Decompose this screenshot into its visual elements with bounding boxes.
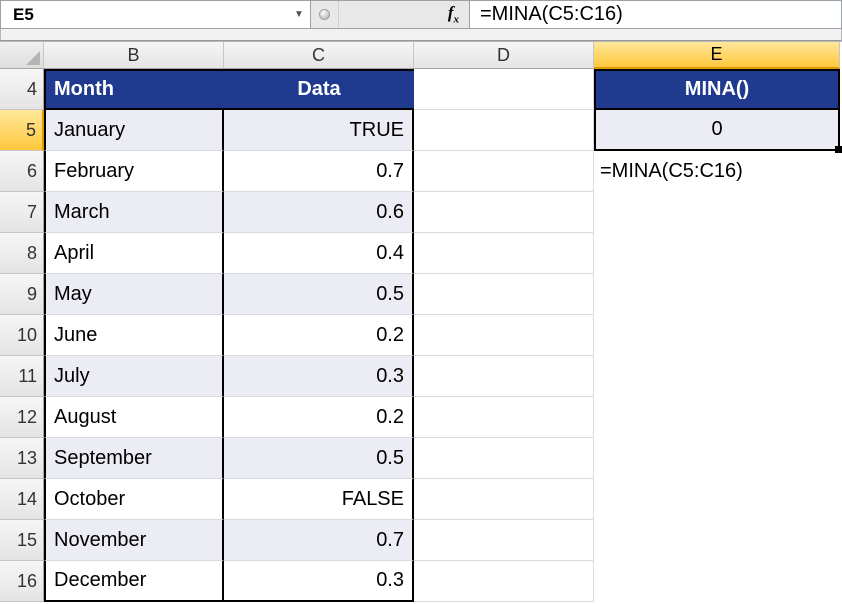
fx-zone: fx — [311, 1, 470, 28]
cell-D13[interactable] — [414, 438, 594, 479]
cell-E4[interactable]: MINA() — [594, 69, 840, 110]
cell-B8[interactable]: April — [44, 233, 224, 274]
chevron-down-icon: ▼ — [294, 9, 304, 20]
cell-E6[interactable]: =MINA(C5:C16) — [594, 151, 840, 192]
cell-C8[interactable]: 0.4 — [224, 233, 414, 274]
cell-B15[interactable]: November — [44, 520, 224, 561]
cell-B13[interactable]: September — [44, 438, 224, 479]
fx-icon: fx — [448, 3, 459, 25]
cell-E5-active[interactable]: 0 — [594, 110, 840, 151]
cell-B10[interactable]: June — [44, 315, 224, 356]
cell-C13[interactable]: 0.5 — [224, 438, 414, 479]
cell-C7[interactable]: 0.6 — [224, 192, 414, 233]
cell-D11[interactable] — [414, 356, 594, 397]
cell-E11[interactable] — [594, 356, 840, 397]
cell-C11[interactable]: 0.3 — [224, 356, 414, 397]
cell-B5[interactable]: January — [44, 110, 224, 151]
row-header-10[interactable]: 10 — [0, 315, 44, 356]
cell-D12[interactable] — [414, 397, 594, 438]
cell-C4[interactable]: Data — [224, 69, 414, 110]
cell-C9[interactable]: 0.5 — [224, 274, 414, 315]
cell-E7[interactable] — [594, 192, 840, 233]
name-box-wrap: E5 ▼ — [1, 1, 311, 28]
row-header-13[interactable]: 13 — [0, 438, 44, 479]
cell-C10[interactable]: 0.2 — [224, 315, 414, 356]
cell-D5[interactable] — [414, 110, 594, 151]
cell-D16[interactable] — [414, 561, 594, 602]
row-header-14[interactable]: 14 — [0, 479, 44, 520]
insert-function-button[interactable]: fx — [339, 1, 469, 28]
name-box-dropdown[interactable]: ▼ — [288, 1, 310, 28]
row-header-15[interactable]: 15 — [0, 520, 44, 561]
cell-C15[interactable]: 0.7 — [224, 520, 414, 561]
cell-D9[interactable] — [414, 274, 594, 315]
cell-B12[interactable]: August — [44, 397, 224, 438]
cell-E15[interactable] — [594, 520, 840, 561]
cell-D8[interactable] — [414, 233, 594, 274]
col-header-E[interactable]: E — [594, 42, 840, 69]
row-header-6[interactable]: 6 — [0, 151, 44, 192]
row-header-8[interactable]: 8 — [0, 233, 44, 274]
formula-bar: E5 ▼ fx =MINA(C5:C16) — [0, 0, 842, 29]
cell-B9[interactable]: May — [44, 274, 224, 315]
row-header-12[interactable]: 12 — [0, 397, 44, 438]
cell-D6[interactable] — [414, 151, 594, 192]
col-header-C[interactable]: C — [224, 42, 414, 69]
row-header-11[interactable]: 11 — [0, 356, 44, 397]
row-header-16[interactable]: 16 — [0, 561, 44, 602]
col-header-D[interactable]: D — [414, 42, 594, 69]
cell-D10[interactable] — [414, 315, 594, 356]
cell-C12[interactable]: 0.2 — [224, 397, 414, 438]
cell-C5[interactable]: TRUE — [224, 110, 414, 151]
cell-E12[interactable] — [594, 397, 840, 438]
row-header-9[interactable]: 9 — [0, 274, 44, 315]
cell-C14[interactable]: FALSE — [224, 479, 414, 520]
formula-input[interactable]: =MINA(C5:C16) — [470, 1, 841, 28]
row-header-5[interactable]: 5 — [0, 110, 44, 151]
col-header-B[interactable]: B — [44, 42, 224, 69]
cell-B7[interactable]: March — [44, 192, 224, 233]
cell-B6[interactable]: February — [44, 151, 224, 192]
cancel-formula-button[interactable] — [311, 1, 339, 28]
cell-D15[interactable] — [414, 520, 594, 561]
cell-D4[interactable] — [414, 69, 594, 110]
cell-C6[interactable]: 0.7 — [224, 151, 414, 192]
name-box[interactable]: E5 — [13, 5, 288, 25]
cell-D7[interactable] — [414, 192, 594, 233]
cell-B11[interactable]: July — [44, 356, 224, 397]
cell-E8[interactable] — [594, 233, 840, 274]
row-header-4[interactable]: 4 — [0, 69, 44, 110]
cell-B14[interactable]: October — [44, 479, 224, 520]
cell-B4[interactable]: Month — [44, 69, 224, 110]
cell-E16[interactable] — [594, 561, 840, 602]
row-header-7[interactable]: 7 — [0, 192, 44, 233]
cell-E13[interactable] — [594, 438, 840, 479]
cell-E10[interactable] — [594, 315, 840, 356]
cell-C16[interactable]: 0.3 — [224, 561, 414, 602]
cell-D14[interactable] — [414, 479, 594, 520]
cell-E14[interactable] — [594, 479, 840, 520]
mid-bar — [0, 29, 842, 41]
cell-E9[interactable] — [594, 274, 840, 315]
spreadsheet-grid: B C D E 4 Month Data MINA() 5 January TR… — [0, 41, 842, 602]
dot-icon — [319, 9, 330, 20]
select-all-corner[interactable] — [0, 42, 44, 69]
cell-B16[interactable]: December — [44, 561, 224, 602]
